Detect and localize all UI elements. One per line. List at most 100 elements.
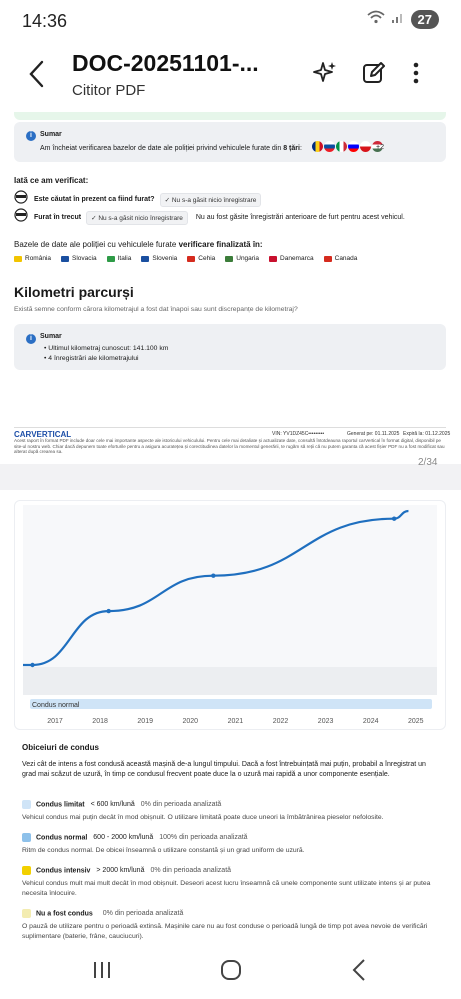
country-item: Italia	[106, 255, 132, 262]
app-subtitle: Cititor PDF	[72, 82, 146, 99]
x-tick-label: 2025	[408, 718, 424, 725]
previous-box-edge	[14, 112, 446, 120]
data-point	[106, 608, 111, 614]
footer-generated: Generat pe: 01.11.2025	[347, 431, 400, 437]
status-icons: 27	[366, 10, 439, 29]
clock: 14:36	[22, 11, 68, 31]
mileage-chart-card: Condus normal 2017 2018 2019 2020 2021 2022 20…	[14, 500, 446, 730]
back-arrow-icon[interactable]	[28, 60, 44, 93]
habit-header: Nu a fost condus 0% din perioada analizat…	[22, 909, 442, 918]
habit-color-swatch	[22, 800, 31, 809]
check2-note: Nu au fost găsite înregistrări anterioar…	[195, 214, 405, 221]
mileage-chart: Condus normal 2017 2018 2019 2020 2021 2022 20…	[23, 505, 437, 725]
system-nav-bar	[0, 942, 461, 999]
km-section-subtitle: Există semne conform cărora kilometrajul…	[14, 306, 298, 313]
czechia-flag-icon	[360, 141, 371, 152]
habit-name: Condus limitat	[36, 801, 85, 809]
habit-name: Nu a fost condus	[36, 910, 93, 918]
flag-icon	[106, 255, 115, 262]
footer-expires: Expiră la: 01.12.2025	[403, 431, 451, 437]
more-countries-count: +2	[376, 144, 384, 151]
habit-header: Condus normal 600 - 2000 km/lună 100% din…	[22, 833, 442, 842]
habit-description: Vehicul condus mult mai mult decât în mo…	[22, 880, 431, 897]
normal-driving-band	[30, 699, 432, 709]
band-label: Condus normal	[32, 702, 80, 709]
habit-name: Condus normal	[36, 834, 88, 842]
footer-divider	[14, 427, 446, 428]
habit-description: Ritm de condus normal. De obicei înseamn…	[22, 847, 305, 854]
x-tick-label: 2023	[318, 718, 334, 725]
romania-flag-icon	[312, 141, 323, 152]
wifi-icon	[366, 10, 385, 29]
slovakia-flag-icon	[324, 141, 335, 152]
habit-range: > 2000 km/lună	[94, 867, 145, 875]
km-summary-title: Sumar	[40, 333, 62, 340]
slovenia-flag-icon	[348, 141, 359, 152]
country-item: Slovenia	[141, 255, 177, 262]
x-tick-label: 2018	[92, 718, 108, 725]
footer-disclaimer: Acest raport în format PDF include doar …	[14, 438, 445, 455]
habit-percentage: 0% din perioada analizată	[102, 910, 184, 918]
italy-flag-icon	[336, 141, 347, 152]
habit-item: Nu a fost condus 0% din perioada analizat…	[22, 909, 442, 942]
habit-name: Condus intensiv	[36, 867, 91, 875]
x-tick-label: 2021	[228, 718, 244, 725]
stolen-summary-box: i Sumar Am încheiat verificarea bazelor …	[14, 122, 446, 162]
habit-item: Condus normal 600 - 2000 km/lună 100% din…	[22, 833, 442, 856]
country-item: Cehia	[187, 255, 215, 262]
country-item: Danemarca	[269, 255, 314, 262]
km-bullet-last: • Ultimul kilometraj cunoscut: 141.100 k…	[44, 345, 169, 352]
ai-sparkle-icon[interactable]	[313, 61, 337, 90]
check1-label: Este căutat în prezent ca fiind furat?	[34, 196, 155, 203]
habits-title: Obiceiuri de condus	[22, 743, 99, 752]
flag-icon	[141, 255, 150, 262]
data-point	[391, 516, 397, 521]
km-summary-box: i Sumar • Ultimul kilometraj cunoscut: 1…	[14, 324, 446, 370]
data-point	[211, 573, 216, 578]
pdf-page-2: i Sumar Am încheiat verificarea bazelor …	[0, 112, 461, 464]
flag-icon	[61, 255, 70, 262]
flag-icon	[225, 255, 234, 262]
habit-range: < 600 km/lună	[88, 801, 135, 809]
habit-range: 600 - 2000 km/lună	[91, 834, 154, 842]
flag-icon	[187, 255, 196, 262]
verified-heading: Iată ce am verificat:	[14, 176, 89, 185]
pdf-viewer[interactable]: i Sumar Am încheiat verificarea bazelor …	[0, 112, 461, 942]
home-icon[interactable]	[220, 959, 242, 986]
habit-item: Condus intensiv > 2000 km/lună 0% din per…	[22, 866, 442, 899]
footer-vin: VIN: YV1DZ45C•••••••••	[272, 431, 325, 437]
recents-icon[interactable]	[92, 960, 112, 985]
habit-percentage: 0% din perioada analizată	[140, 801, 222, 809]
habit-item: Condus limitat < 600 km/lună 0% din perio…	[22, 800, 442, 823]
flag-icon	[14, 255, 22, 262]
check-current-theft: Este căutat în prezent ca fiind furat? ✓…	[14, 190, 262, 209]
country-item: Slovacia	[61, 255, 97, 262]
nav-back-icon[interactable]	[352, 958, 366, 987]
summary-title: Sumar	[40, 131, 62, 138]
databases-heading: Bazele de date ale poliției cu vehiculel…	[14, 240, 263, 249]
summary-text: Am încheiat verificarea bazelor de date …	[40, 145, 302, 152]
country-name: Ungaria	[236, 255, 260, 262]
more-options-icon[interactable]	[412, 61, 420, 90]
info-icon: i	[26, 131, 36, 141]
country-item: România	[14, 255, 51, 262]
check2-status-chip: ✓ Nu s-a găsit nicio înregistrare	[86, 210, 188, 225]
signal-icon	[391, 10, 405, 29]
edit-icon[interactable]	[362, 61, 386, 90]
habit-header: Condus intensiv > 2000 km/lună 0% din per…	[22, 866, 442, 875]
pdf-page-3: Condus normal 2017 2018 2019 2020 2021 2022 20…	[0, 490, 461, 942]
country-name: Canada	[334, 255, 358, 262]
check-past-theft: Furat în trecut ✓ Nu s-a găsit nicio înr…	[14, 208, 405, 227]
x-tick-label: 2017	[47, 718, 63, 725]
data-point	[30, 662, 35, 668]
thief-icon	[14, 208, 28, 227]
country-item: Canada	[323, 255, 358, 262]
country-name: Cehia	[198, 255, 216, 262]
check1-status-chip: ✓ Nu s-a găsit nicio înregistrare	[159, 192, 262, 207]
x-tick-label: 2020	[183, 718, 199, 725]
country-list: România Slovacia Italia Slovenia Cehia Ungari…	[14, 255, 357, 262]
km-bullet-count: • 4 înregistrări ale kilometrajului	[44, 355, 139, 362]
country-name: Italia	[117, 255, 132, 262]
x-tick-label: 2019	[137, 718, 153, 725]
flag-icon	[323, 255, 332, 262]
